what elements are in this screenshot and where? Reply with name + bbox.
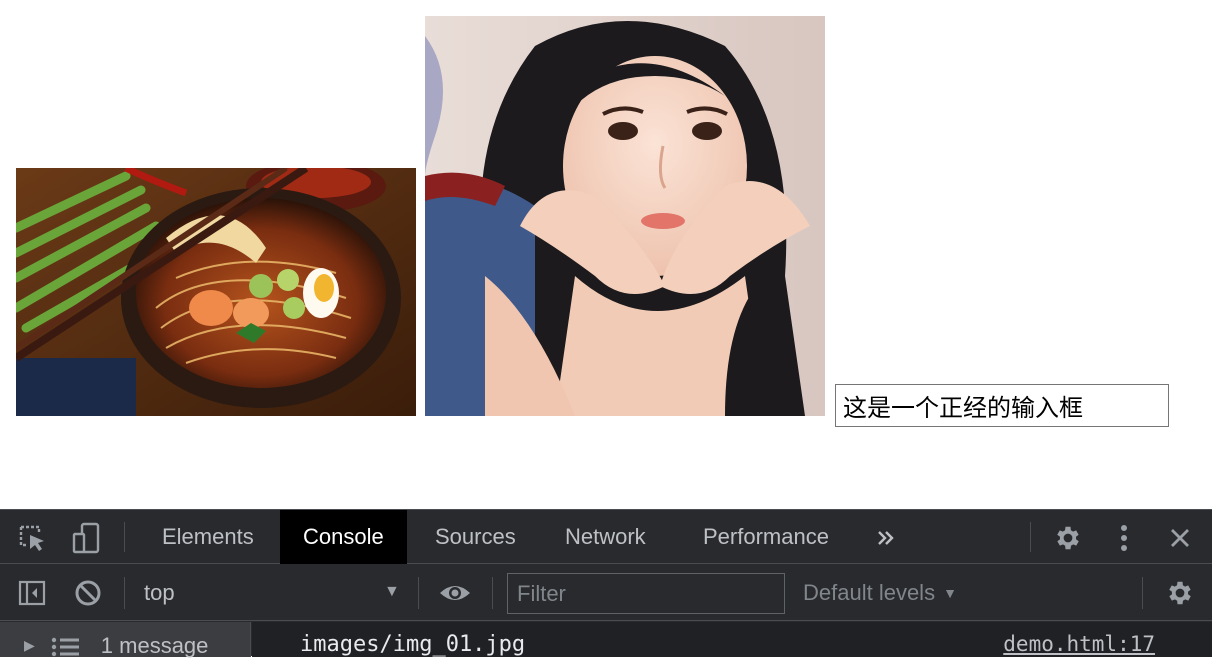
toolbar-divider (1142, 577, 1143, 609)
log-source-link[interactable]: demo.html:17 (1003, 632, 1155, 656)
double-chevron-right-icon[interactable] (868, 520, 904, 556)
console-filter-bar: top ▼ Default levels ▼ (0, 565, 1212, 621)
console-sidebar: ▶ 1 message (0, 622, 251, 658)
toolbar-divider (1030, 522, 1031, 552)
toolbar-divider (124, 577, 125, 609)
sidebar-item-messages[interactable]: ▶ 1 message (0, 622, 250, 658)
text-input[interactable] (835, 384, 1169, 427)
tab-console[interactable]: Console (280, 510, 407, 564)
expand-triangle-icon[interactable]: ▶ (24, 637, 35, 654)
dropdown-arrow-icon[interactable]: ▼ (384, 583, 400, 601)
more-options-icon[interactable] (1106, 520, 1142, 556)
settings-gear-icon[interactable] (1050, 520, 1086, 556)
console-settings-gear-icon[interactable] (1162, 575, 1198, 611)
chevron-down-icon: ▼ (943, 585, 957, 601)
devtools-toolbar: Elements Console Sources Network Perform… (0, 510, 1212, 564)
console-log: images/img_01.jpg demo.html:17 (252, 622, 1212, 657)
filter-input[interactable] (507, 573, 785, 614)
devtools-panel: Elements Console Sources Network Perform… (0, 509, 1212, 658)
default-levels-dropdown[interactable]: Default levels ▼ (803, 565, 957, 621)
portrait-photo (425, 16, 825, 416)
noodle-bowl-image (16, 168, 416, 416)
page-viewport (0, 0, 1212, 509)
clear-console-icon[interactable] (70, 575, 106, 611)
toolbar-divider (492, 577, 493, 609)
tab-sources[interactable]: Sources (412, 510, 539, 564)
list-icon (51, 637, 81, 662)
toolbar-divider (124, 522, 125, 552)
device-toolbar-icon[interactable] (68, 520, 104, 556)
tab-performance[interactable]: Performance (680, 510, 852, 564)
tab-elements[interactable]: Elements (139, 510, 277, 564)
sidebar-toggle-icon[interactable] (14, 575, 50, 611)
close-icon[interactable] (1162, 520, 1198, 556)
eye-icon[interactable] (437, 575, 473, 611)
toolbar-divider (418, 577, 419, 609)
context-selector[interactable]: top (128, 565, 416, 621)
context-value: top (144, 580, 175, 605)
sidebar-item-label: 1 message (100, 633, 209, 658)
log-message: images/img_01.jpg (300, 632, 526, 657)
tab-network[interactable]: Network (542, 510, 669, 564)
inspect-element-icon[interactable] (14, 520, 50, 556)
levels-label: Default levels (803, 580, 936, 605)
